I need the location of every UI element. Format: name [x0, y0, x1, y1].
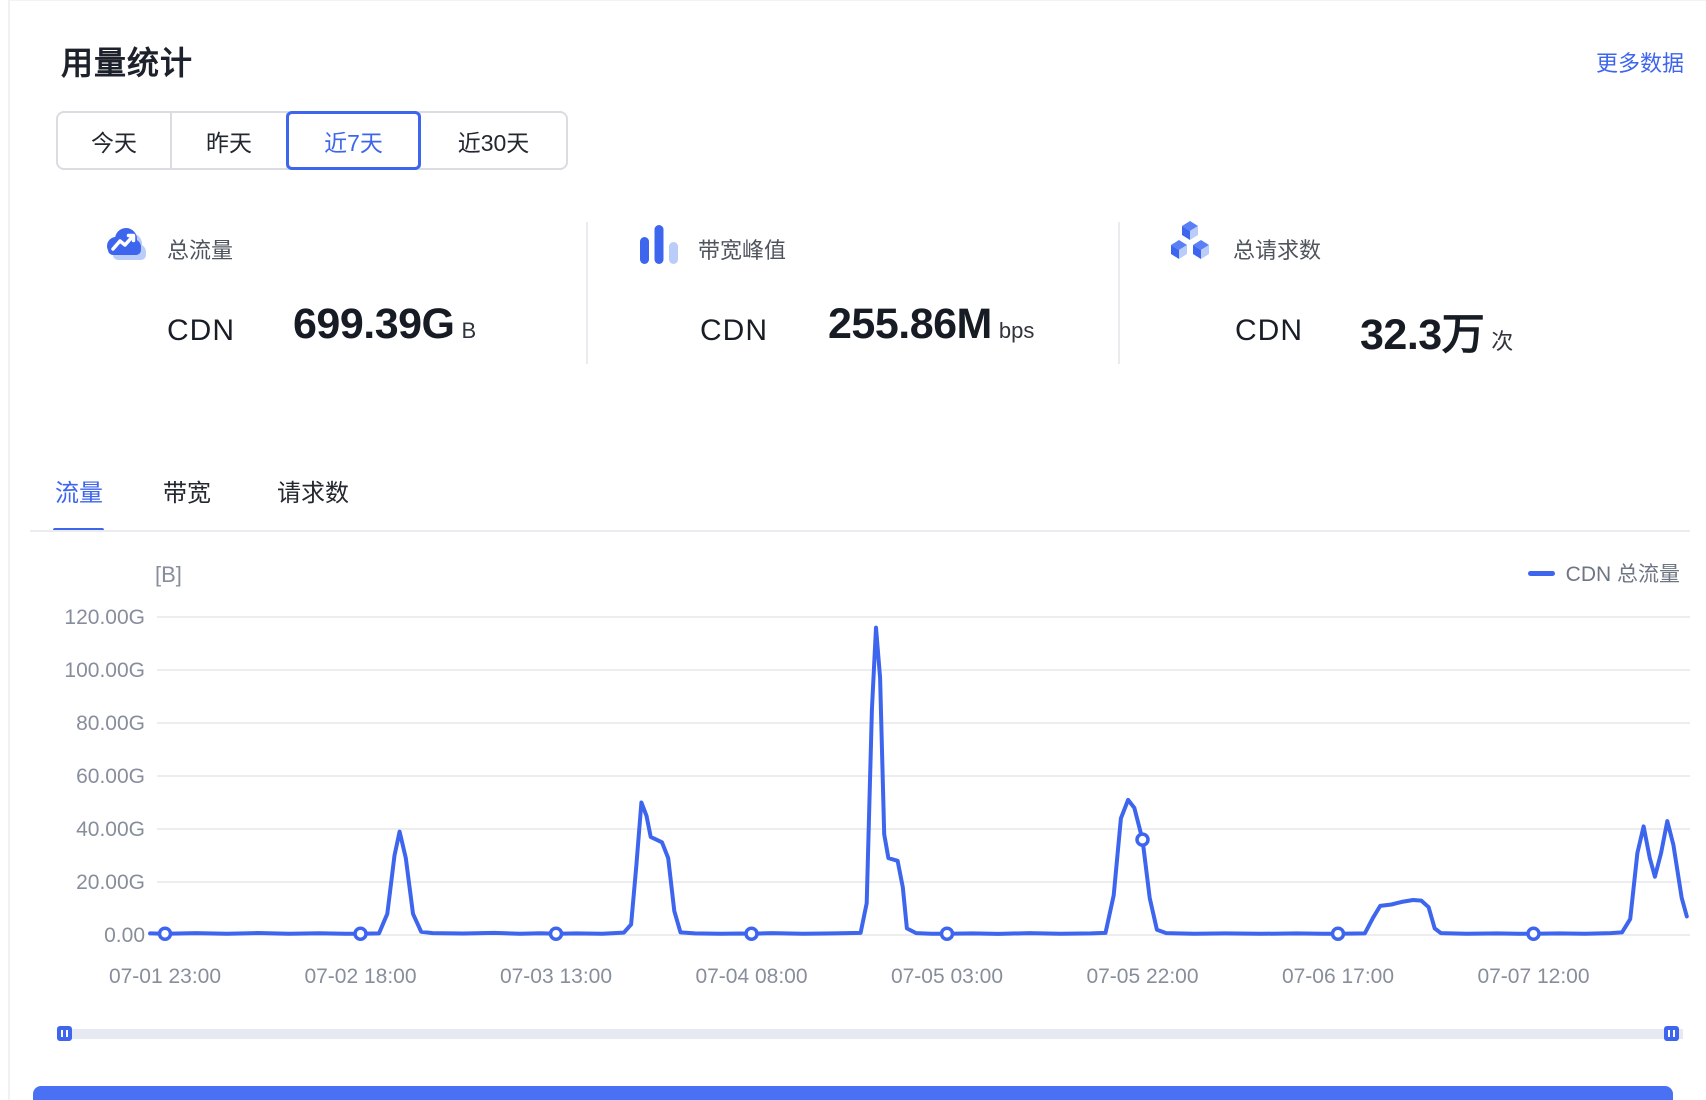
panel-top-border	[8, 0, 1706, 1]
y-axis-tick-label: 120.00G	[64, 606, 145, 629]
stat-value-unit: bps	[999, 318, 1034, 344]
series-line-cdn-total-traffic	[150, 628, 1687, 934]
y-axis-tick-label: 20.00G	[76, 871, 145, 894]
x-axis-tick-label: 07-04 08:00	[695, 965, 807, 988]
data-point-marker	[942, 928, 953, 939]
x-axis-tick-label: 07-06 17:00	[1282, 965, 1394, 988]
cloud-traffic-icon	[100, 221, 150, 274]
page-title: 用量统计	[61, 38, 193, 84]
datazoom-right-handle[interactable]	[1664, 1026, 1679, 1041]
stats-divider	[1118, 222, 1120, 364]
stat-label-peak-bandwidth: 带宽峰值	[698, 233, 786, 265]
bandwidth-bars-icon	[637, 220, 681, 273]
data-point-marker	[160, 928, 171, 939]
x-axis-tick-label: 07-02 18:00	[304, 965, 416, 988]
tab-bandwidth[interactable]: 带宽	[163, 473, 211, 508]
tab-requests[interactable]: 请求数	[277, 473, 349, 508]
tab-traffic[interactable]: 流量	[55, 473, 103, 508]
y-axis-tick-label: 100.00G	[64, 659, 145, 682]
stat-value-number: 255.86M	[828, 300, 992, 349]
data-point-marker	[355, 928, 366, 939]
x-axis-tick-label: 07-07 12:00	[1477, 965, 1589, 988]
y-axis-tick-label: 80.00G	[76, 712, 145, 735]
stats-divider	[586, 222, 588, 364]
range-tab-yesterday[interactable]: 昨天	[172, 113, 288, 168]
date-range-tabs: 今天 昨天 近7天 近30天	[56, 111, 568, 170]
range-tab-today[interactable]: 今天	[58, 113, 172, 168]
stat-value-total-requests: 32.3万 次	[1360, 300, 1513, 362]
stat-value-unit: B	[461, 318, 476, 344]
range-tab-last-7-days[interactable]: 近7天	[288, 113, 421, 168]
y-axis-tick-label: 0.00	[104, 924, 145, 947]
x-axis-tick-label: 07-03 13:00	[500, 965, 612, 988]
y-axis-tick-label: 60.00G	[76, 765, 145, 788]
data-point-marker	[746, 928, 757, 939]
stat-product-cdn: CDN	[700, 314, 768, 348]
more-data-link[interactable]: 更多数据	[1596, 46, 1684, 78]
stat-value-total-traffic: 699.39G B	[293, 300, 476, 349]
stat-product-cdn: CDN	[1235, 314, 1303, 348]
stat-product-cdn: CDN	[167, 314, 235, 348]
range-tab-last-30-days[interactable]: 近30天	[421, 113, 566, 168]
stat-value-number: 32.3万	[1360, 300, 1484, 362]
bottom-blue-bar[interactable]	[33, 1086, 1673, 1100]
tabs-divider	[30, 530, 1690, 532]
x-axis-tick-label: 07-01 23:00	[109, 965, 221, 988]
stat-value-unit: 次	[1491, 324, 1513, 356]
usage-chart-canvas[interactable]: 0.00 20.00G 40.00G 60.00G 80.00G 100.00G 120.0…	[0, 540, 1706, 1010]
datazoom-left-handle[interactable]	[57, 1026, 72, 1041]
data-point-marker	[1333, 928, 1344, 939]
x-axis-tick-label: 07-05 03:00	[891, 965, 1003, 988]
stat-label-total-requests: 总请求数	[1233, 233, 1321, 265]
data-point-marker	[1137, 834, 1148, 845]
stat-value-number: 699.39G	[293, 300, 454, 349]
stat-value-peak-bandwidth: 255.86M bps	[828, 300, 1034, 349]
usage-statistics-panel: 用量统计 更多数据 今天 昨天 近7天 近30天 总流量 CDN 699.39G…	[0, 0, 1706, 1100]
datazoom-track[interactable]	[58, 1029, 1683, 1039]
x-axis-tick-label: 07-05 22:00	[1086, 965, 1198, 988]
data-point-marker	[551, 928, 562, 939]
stat-label-total-traffic: 总流量	[167, 233, 233, 265]
data-point-marker	[1528, 928, 1539, 939]
y-axis-tick-label: 40.00G	[76, 818, 145, 841]
requests-cubes-icon	[1166, 218, 1214, 273]
